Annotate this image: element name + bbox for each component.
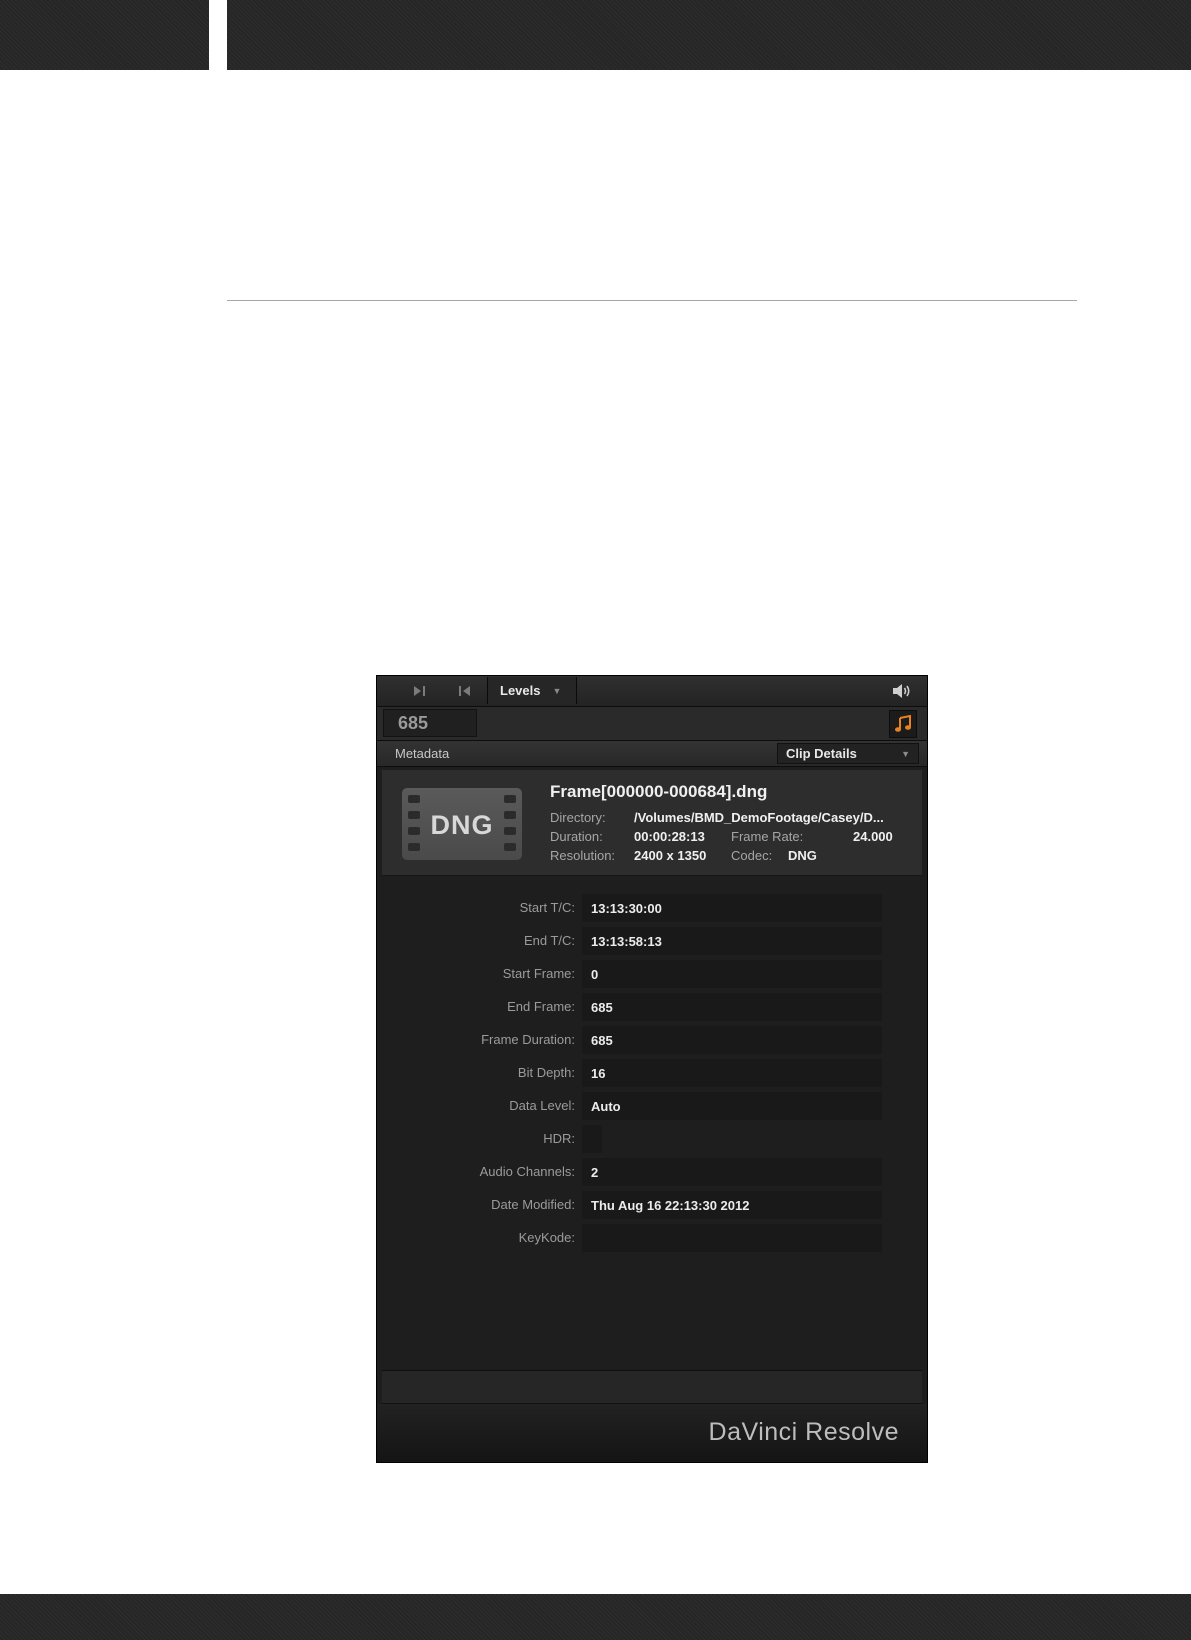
field-label: End Frame: [507,999,575,1014]
speaker-icon [893,684,910,698]
frame-rate-label: Frame Rate: [731,829,804,844]
skip-back-icon [459,686,470,696]
field-bit-depth: Bit Depth: 16 [377,1059,927,1087]
app-footer: DaVinci Resolve [377,1404,927,1462]
metadata-panel: Levels ▼ 685 Metadata Clip Details ▼ DNG… [376,675,928,1463]
previous-clip-button[interactable] [449,680,479,702]
field-start-frame: Start Frame: 0 [377,960,927,988]
field-label: HDR: [543,1131,575,1146]
audio-track-button[interactable] [889,710,917,738]
audio-channels-field[interactable]: 2 [582,1158,882,1186]
thumbnail-label: DNG [430,810,494,840]
page-header-band-left [0,0,209,70]
field-label: Bit Depth: [517,1065,575,1080]
keykode-field[interactable] [582,1224,882,1252]
next-clip-button[interactable] [405,680,435,702]
chevron-down-icon: ▼ [552,685,562,696]
field-hdr: HDR: [377,1125,927,1153]
codec-label: Codec: [731,848,773,863]
panel-toolbar: Levels ▼ [377,676,927,707]
brand-logo-text: DaVinci Resolve [708,1418,899,1446]
audio-volume-button[interactable] [891,681,913,701]
date-modified-field[interactable]: Thu Aug 16 22:13:30 2012 [582,1191,882,1219]
field-label: Frame Duration: [481,1032,575,1047]
clip-details-dropdown[interactable]: Clip Details ▼ [777,743,919,764]
field-label: Date Modified: [491,1197,575,1212]
field-audio-channels: Audio Channels: 2 [377,1158,927,1186]
field-start-tc: Start T/C: 13:13:30:00 [377,894,927,922]
field-data-level: Data Level: Auto [377,1092,927,1120]
field-label: Start T/C: [519,900,575,915]
end-tc-field[interactable]: 13:13:58:13 [582,927,882,955]
frame-row: 685 [377,707,927,741]
field-end-frame: End Frame: 685 [377,993,927,1021]
field-label: Data Level: [509,1098,575,1113]
skip-forward-icon [414,686,425,696]
resolution-line: Resolution: 2400 x 1350 Codec: DNG [550,848,817,863]
page-divider [227,300,1077,301]
page-footer-band [0,1594,1191,1640]
music-note-icon [895,715,911,732]
start-tc-field[interactable]: 13:13:30:00 [582,894,882,922]
clip-info-box: DNG Frame[000000-000684].dng Directory: /… [382,770,922,876]
clip-details-label: Clip Details [786,746,857,761]
duration-label: Duration: [550,829,603,844]
directory-label: Directory: [550,810,606,825]
directory-value: /Volumes/BMD_DemoFootage/Casey/D... [634,810,884,825]
resolution-label: Resolution: [550,848,616,863]
clip-file-name: Frame[000000-000684].dng [550,782,768,801]
clip-thumbnail: DNG [402,788,522,860]
metadata-header: Metadata Clip Details ▼ [377,741,927,767]
directory-line: Directory: /Volumes/BMD_DemoFootage/Casey… [550,810,884,825]
duration-value: 00:00:28:13 [634,829,705,844]
bit-depth-field[interactable]: 16 [582,1059,882,1087]
data-level-field[interactable]: Auto [582,1092,882,1120]
resolution-value: 2400 x 1350 [634,848,707,863]
metadata-title: Metadata [395,746,450,761]
frame-duration-field[interactable]: 685 [582,1026,882,1054]
field-label: Start Frame: [502,966,575,981]
end-frame-field[interactable]: 685 [582,993,882,1021]
field-end-tc: End T/C: 13:13:58:13 [377,927,927,955]
hdr-checkbox[interactable] [582,1125,602,1153]
field-keykode: KeyKode: [377,1224,927,1252]
field-label: Audio Channels: [479,1164,575,1179]
levels-label: Levels [500,683,541,698]
codec-value: DNG [788,848,817,863]
start-frame-field[interactable]: 0 [582,960,882,988]
levels-dropdown[interactable]: Levels ▼ [487,677,577,704]
panel-bottom-strip [382,1370,922,1404]
field-label: KeyKode: [518,1230,575,1245]
field-label: End T/C: [523,933,575,948]
page-header-band-right [227,0,1191,70]
frame-count: 685 [383,709,477,737]
field-frame-duration: Frame Duration: 685 [377,1026,927,1054]
frame-rate-value: 24.000 [853,829,893,844]
duration-line: Duration: 00:00:28:13 Frame Rate: 24.000 [550,829,893,844]
chevron-down-icon: ▼ [901,749,910,759]
field-date-modified: Date Modified: Thu Aug 16 22:13:30 2012 [377,1191,927,1219]
